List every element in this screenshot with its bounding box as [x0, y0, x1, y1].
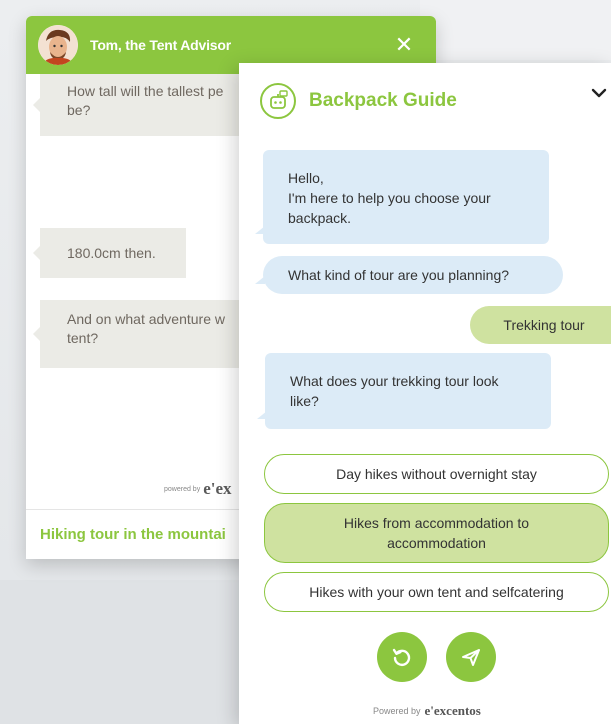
tent-reply-text: Hiking tour in the mountai — [40, 526, 226, 543]
answer-option-label: Day hikes without overnight stay — [336, 466, 537, 482]
user-message-text: 180.0cm then. — [67, 245, 156, 261]
send-icon — [462, 649, 480, 666]
excentos-logo: e'excentos — [424, 703, 481, 718]
user-message: Trekking tour — [470, 306, 611, 344]
robot-icon — [260, 83, 296, 119]
answer-option[interactable]: Day hikes without overnight stay — [264, 454, 609, 494]
answer-option-selected[interactable]: Hikes from accommodation to accommodatio… — [264, 503, 609, 563]
user-message: 180.0cm then. — [33, 228, 186, 278]
bot-message-text: What kind of tour are you planning? — [288, 267, 510, 283]
answer-option-label: Hikes from accommodation to accommodatio… — [343, 515, 530, 551]
backpack-powered-by: Powered by e'excentos — [373, 703, 481, 719]
chevron-down-icon[interactable] — [589, 83, 609, 103]
powered-by-label: powered by — [164, 485, 201, 493]
user-message-text: Trekking tour — [503, 317, 585, 333]
backpack-guide-window: Backpack Guide Hello, I'm here to help y… — [239, 63, 611, 724]
send-button[interactable] — [446, 632, 496, 682]
answer-option-label: Hikes with your own tent and selfcaterin… — [309, 584, 564, 600]
tent-powered-by: powered by e'ex — [164, 479, 232, 499]
page-background-block — [420, 0, 611, 60]
restart-button[interactable] — [377, 632, 427, 682]
bot-message-text: What does your trekking tour look like? — [290, 373, 499, 409]
bot-message: Hello, I'm here to help you choose your … — [255, 150, 549, 244]
backpack-guide-title: Backpack Guide — [309, 90, 457, 111]
advisor-message-text: How tall will the tallest pe be? — [67, 83, 224, 118]
bot-message: What does your trekking tour look like? — [257, 353, 551, 429]
bot-message: What kind of tour are you planning? — [255, 256, 563, 294]
advisor-avatar-icon — [38, 25, 78, 65]
restart-icon — [392, 648, 411, 667]
close-icon[interactable]: ✕ — [392, 33, 416, 57]
advisor-message-text: And on what adventure w tent? — [67, 311, 225, 346]
tent-advisor-title: Tom, the Tent Advisor — [90, 37, 231, 53]
advisor-avatar — [38, 25, 78, 65]
excentos-logo: e'ex — [203, 479, 232, 498]
page-background-block — [0, 580, 240, 724]
powered-by-label: Powered by — [373, 706, 421, 716]
backpack-guide-header: Backpack Guide — [239, 63, 611, 141]
answer-option[interactable]: Hikes with your own tent and selfcaterin… — [264, 572, 609, 612]
bot-message-text: Hello, I'm here to help you choose your … — [288, 170, 491, 226]
